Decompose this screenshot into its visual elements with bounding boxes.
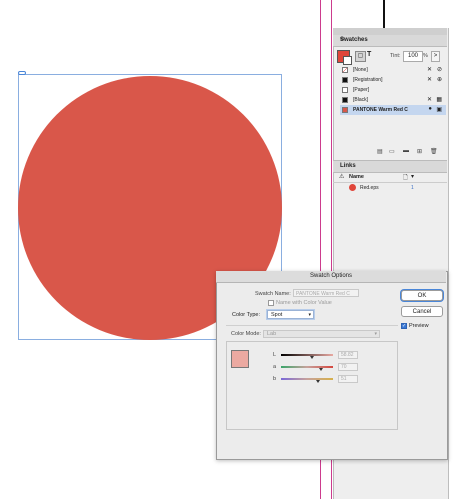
swatch-name: [Black] bbox=[353, 97, 369, 103]
formatting-container-icon[interactable]: ▢ bbox=[355, 51, 366, 62]
swatch-row[interactable]: PANTONE Warm Red C ● ▣ bbox=[340, 105, 446, 115]
slider-handle[interactable] bbox=[316, 380, 320, 383]
swatch-status-icon: ● bbox=[428, 106, 432, 112]
links-column-header: ⚠ Name 🗋 ▾ bbox=[333, 172, 447, 183]
swatch-status-icon: ✕ bbox=[426, 67, 432, 73]
tint-label: Tint: bbox=[390, 53, 401, 59]
color-type-select[interactable]: Spot ▾ bbox=[267, 310, 314, 319]
warning-icon: ⚠ bbox=[339, 174, 345, 180]
ok-button[interactable]: OK bbox=[401, 290, 443, 301]
tint-unit: % bbox=[423, 53, 428, 59]
swatch-name-label: Swatch Name: bbox=[255, 291, 291, 297]
show-color-swatches-icon[interactable]: ▭ bbox=[389, 148, 395, 155]
chevron-down-icon: ▾ bbox=[374, 331, 377, 337]
new-swatch-icon[interactable]: ⊞ bbox=[417, 148, 422, 155]
swatch-row[interactable]: [Black] ✕ ▦ bbox=[340, 95, 446, 105]
swatch-color-chip bbox=[342, 107, 348, 113]
swatch-color-chip bbox=[342, 97, 348, 103]
swatch-row[interactable]: [Registration] ✕ ⊕ bbox=[340, 75, 446, 85]
dialog-title: Swatch Options bbox=[216, 271, 446, 283]
swatch-status-icon: ✕ bbox=[426, 97, 432, 103]
panel-dock-topbar[interactable] bbox=[333, 28, 447, 35]
swatch-type-icon: ▣ bbox=[436, 107, 442, 113]
chevron-down-icon[interactable]: ▾ bbox=[411, 173, 414, 180]
color-type-value: Spot bbox=[271, 312, 283, 318]
link-thumbnail-icon bbox=[349, 184, 356, 191]
slider-handle[interactable] bbox=[310, 356, 314, 359]
channel-value-field[interactable]: 58.82 bbox=[338, 351, 358, 359]
delete-swatch-icon[interactable]: 🗑 bbox=[430, 148, 438, 155]
color-mode-label: Color Mode: bbox=[231, 331, 261, 337]
channel-value-field[interactable]: 51 bbox=[338, 375, 358, 383]
channel-label: L bbox=[273, 352, 277, 358]
color-type-label: Color Type: bbox=[232, 312, 261, 318]
stroke-swatch-box[interactable] bbox=[343, 56, 352, 65]
swatch-color-chip bbox=[342, 77, 348, 83]
new-color-group-icon[interactable]: ▬ bbox=[403, 148, 409, 154]
page-edge-line bbox=[383, 0, 385, 28]
swatch-name: PANTONE Warm Red C bbox=[353, 107, 408, 113]
divider bbox=[226, 325, 398, 326]
cancel-button[interactable]: Cancel bbox=[401, 306, 443, 317]
swatch-color-chip bbox=[342, 67, 348, 73]
swatch-type-icon: ▦ bbox=[436, 97, 442, 103]
swatch-row[interactable]: [None] ✕ ⊘ bbox=[340, 65, 446, 75]
tint-arrow-button[interactable]: > bbox=[431, 51, 440, 62]
name-with-color-value-label: Name with Color Value bbox=[276, 300, 332, 306]
swatch-name: [Paper] bbox=[353, 87, 370, 93]
name-column-header[interactable]: Name bbox=[349, 174, 364, 180]
swatch-name: [None] bbox=[353, 67, 368, 73]
color-mode-select[interactable]: Lab ▾ bbox=[263, 330, 380, 338]
link-row[interactable]: Red.eps 1 bbox=[333, 183, 447, 192]
links-panel-title: Links bbox=[340, 163, 356, 169]
channel-label: b bbox=[273, 376, 277, 382]
swatch-type-icon: ⊕ bbox=[436, 77, 442, 83]
panel-menu-icon[interactable]: ≡ bbox=[340, 36, 443, 43]
link-file-name: Red.eps bbox=[360, 185, 379, 191]
color-mode-value: Lab bbox=[267, 331, 277, 337]
color-preview-swatch bbox=[231, 350, 249, 368]
swatch-status-icon: ✕ bbox=[426, 77, 432, 83]
swatch-name: [Registration] bbox=[353, 77, 383, 83]
swatch-name-field[interactable]: PANTONE Warm Red C bbox=[293, 289, 359, 297]
slider-handle[interactable] bbox=[319, 368, 323, 371]
preview-checkbox[interactable]: ✓ bbox=[401, 323, 407, 329]
swatch-color-chip bbox=[342, 87, 348, 93]
chevron-down-icon: ▾ bbox=[308, 312, 311, 318]
frame-anchor-handle[interactable] bbox=[18, 71, 26, 75]
channel-slider[interactable] bbox=[281, 366, 333, 368]
channel-slider[interactable] bbox=[281, 378, 333, 380]
swatch-views-icon[interactable]: ▤ bbox=[377, 148, 383, 155]
swatches-panel-footer: ▤ ▭ ▬ ⊞ 🗑 bbox=[333, 147, 447, 157]
preview-label: Preview bbox=[409, 323, 429, 329]
formatting-text-icon[interactable]: T bbox=[367, 51, 371, 58]
link-page-number[interactable]: 1 bbox=[411, 185, 414, 191]
name-with-color-value-checkbox[interactable] bbox=[268, 300, 274, 306]
channel-label: a bbox=[273, 364, 277, 370]
swatch-row[interactable]: [Paper] bbox=[340, 85, 446, 95]
tint-input[interactable]: 100 bbox=[403, 51, 423, 62]
page-icon[interactable]: 🗋 bbox=[403, 173, 408, 183]
swatches-panel-tab[interactable]: Swatches ≡ bbox=[333, 35, 447, 47]
channel-slider[interactable] bbox=[281, 354, 333, 356]
channel-value-field[interactable]: 70 bbox=[338, 363, 358, 371]
swatch-type-icon: ⊘ bbox=[436, 67, 442, 73]
